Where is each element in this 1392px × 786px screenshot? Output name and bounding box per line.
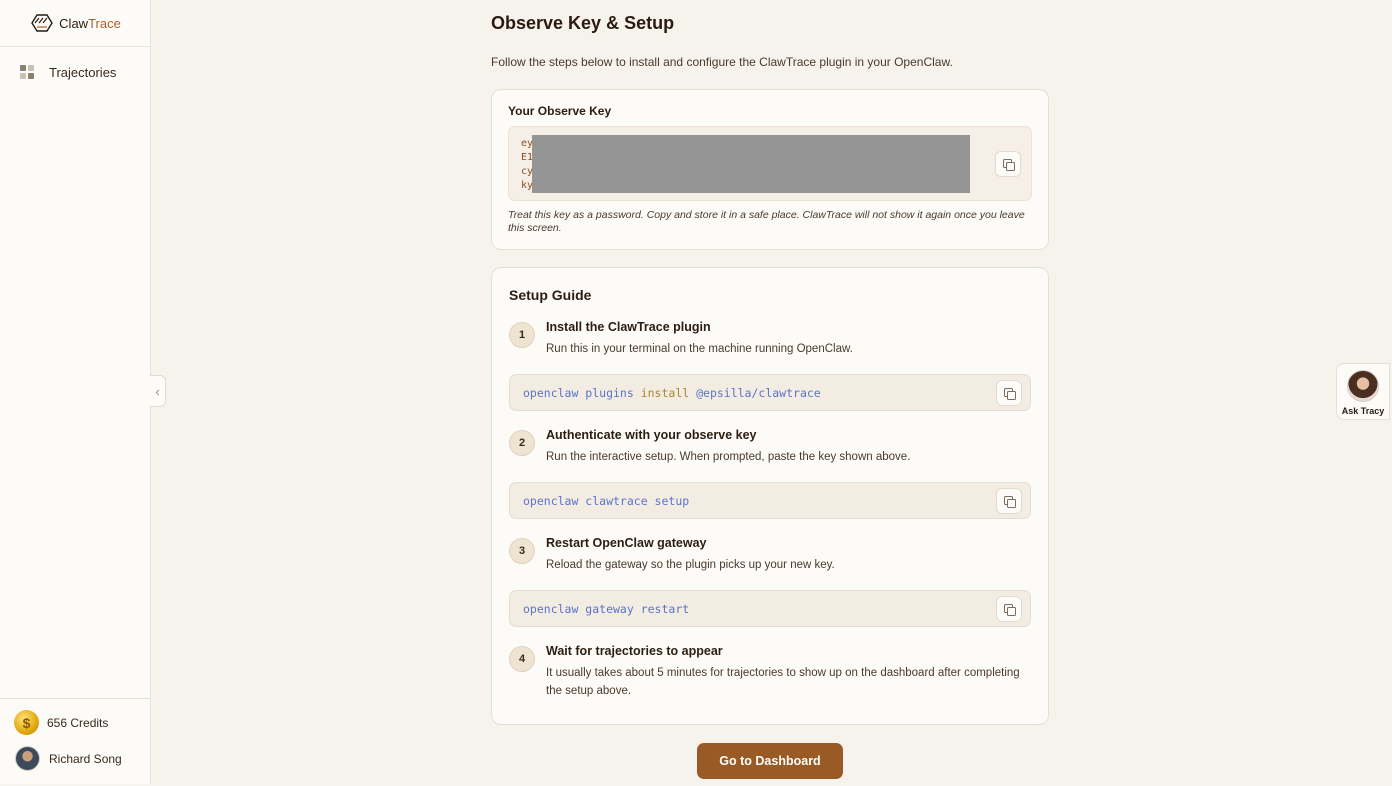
step-title: Authenticate with your observe key xyxy=(546,428,757,442)
tracy-avatar xyxy=(1347,370,1379,402)
guide-title: Setup Guide xyxy=(509,287,592,303)
step-title: Restart OpenClaw gateway xyxy=(546,536,707,550)
step-number: 2 xyxy=(509,430,535,456)
setup-guide-card: Setup Guide 1 Install the ClawTrace plug… xyxy=(491,267,1049,725)
avatar xyxy=(15,746,40,771)
copy-command-button[interactable] xyxy=(996,596,1022,622)
sidebar: ClawTrace Trajectories $ 656 Credits Ric… xyxy=(0,0,151,784)
page-title: Observe Key & Setup xyxy=(491,13,675,33)
go-to-dashboard-button[interactable]: Go to Dashboard xyxy=(697,743,843,779)
code-block-install: openclaw plugins install @epsilla/clawtr… xyxy=(509,374,1031,411)
step-number: 4 xyxy=(509,646,535,672)
copy-command-button[interactable] xyxy=(996,488,1022,514)
ask-tracy-button[interactable]: Ask Tracy xyxy=(1336,363,1390,420)
key-warning: Treat this key as a password. Copy and s… xyxy=(508,209,1025,234)
step-number: 3 xyxy=(509,538,535,564)
user-profile[interactable]: Richard Song xyxy=(15,746,122,771)
copy-command-button[interactable] xyxy=(996,380,1022,406)
sidebar-footer: $ 656 Credits Richard Song xyxy=(0,698,150,771)
code-block-setup: openclaw clawtrace setup xyxy=(509,482,1031,519)
chevron-left-icon: ‹ xyxy=(155,383,160,399)
step-description: Reload the gateway so the plugin picks u… xyxy=(546,559,835,571)
sidebar-item-label: Trajectories xyxy=(49,64,117,80)
user-name: Richard Song xyxy=(49,751,122,766)
step-number: 1 xyxy=(509,322,535,348)
credits-label: 656 Credits xyxy=(47,715,109,730)
grid-icon xyxy=(20,65,34,79)
code-command[interactable]: openclaw gateway restart xyxy=(523,602,689,616)
ask-tracy-label: Ask Tracy xyxy=(1341,406,1385,416)
key-card-title: Your Observe Key xyxy=(508,104,612,118)
copy-icon xyxy=(1003,387,1016,400)
page-subtitle: Follow the steps below to install and co… xyxy=(491,55,953,69)
logo-text: ClawTrace xyxy=(59,15,121,31)
clawtrace-logo-icon xyxy=(31,14,53,32)
step-description: It usually takes about 5 minutes for tra… xyxy=(546,667,1020,697)
step-description: Run this in your terminal on the machine… xyxy=(546,343,853,355)
code-block-restart: openclaw gateway restart xyxy=(509,590,1031,627)
observe-key-box: ey tb E1 DD cy GR ky xyxy=(508,126,1032,201)
redaction-overlay xyxy=(532,135,970,193)
sidebar-item-trajectories[interactable]: Trajectories xyxy=(0,60,150,84)
observe-key-card: Your Observe Key ey tb E1 DD cy xyxy=(491,89,1049,250)
step-title: Install the ClawTrace plugin xyxy=(546,320,711,334)
code-command[interactable]: openclaw clawtrace setup xyxy=(523,494,689,508)
code-command[interactable]: openclaw plugins install @epsilla/clawtr… xyxy=(523,386,821,400)
app-logo[interactable]: ClawTrace xyxy=(0,0,150,47)
step-title: Wait for trajectories to appear xyxy=(546,644,723,658)
copy-icon xyxy=(1002,158,1015,171)
copy-icon xyxy=(1003,603,1016,616)
collapse-sidebar-button[interactable]: ‹ xyxy=(150,375,166,407)
coin-icon: $ xyxy=(14,710,39,735)
copy-icon xyxy=(1003,495,1016,508)
credits-display[interactable]: $ 656 Credits xyxy=(14,710,108,735)
step-description: Run the interactive setup. When prompted… xyxy=(546,451,911,463)
copy-key-button[interactable] xyxy=(995,151,1021,177)
